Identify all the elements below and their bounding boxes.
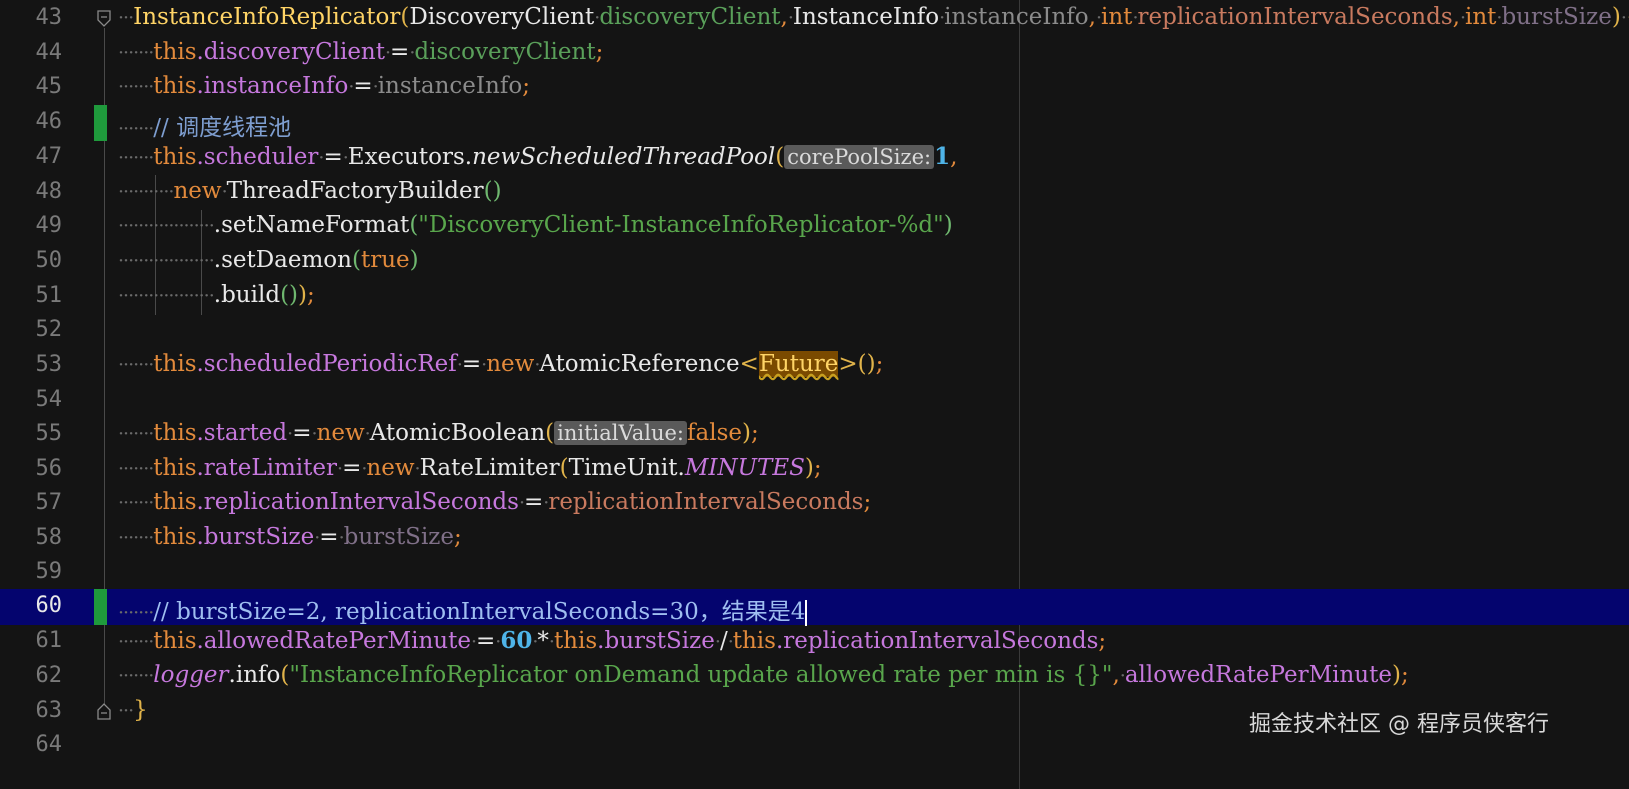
code-line[interactable]: 44 ·······this.discoveryClient·=·discove… [0, 36, 1629, 72]
fold-collapse-icon[interactable] [97, 10, 111, 27]
code-text: ···················.build()); [118, 282, 315, 308]
code-text: ·······this.discoveryClient·=·discoveryC… [118, 39, 604, 65]
line-number: 62 [35, 663, 63, 688]
code-text: ·······this.scheduler·=·Executors.newSch… [118, 143, 958, 170]
line-number: 48 [35, 179, 63, 204]
code-line[interactable]: 47 ·······this.scheduler·=·Executors.new… [0, 140, 1629, 176]
line-number: 47 [35, 144, 63, 169]
code-line[interactable]: 61 ·······this.allowedRatePerMinute·=·60… [0, 624, 1629, 660]
code-text: ·······this.burstSize·=·burstSize; [118, 524, 462, 550]
line-number: 45 [35, 74, 63, 99]
code-text: ···} [118, 697, 148, 723]
line-number: 61 [35, 628, 63, 653]
line-number: 51 [35, 283, 63, 308]
code-text: ·······this.replicationIntervalSeconds·=… [118, 489, 872, 515]
line-number: 54 [35, 387, 63, 412]
code-line[interactable]: 46 ·······// 调度线程池 [0, 105, 1629, 141]
watermark: 掘金技术社区 @ 程序员侠客行 [1249, 712, 1549, 737]
line-number: 49 [35, 213, 63, 238]
code-text: ···········new·ThreadFactoryBuilder() [118, 178, 502, 204]
line-number: 53 [35, 352, 63, 377]
text-cursor [805, 600, 808, 626]
code-line[interactable]: 62 ·······logger.info("InstanceInfoRepli… [0, 659, 1629, 695]
code-text: ·······this.rateLimiter·=·new·RateLimite… [118, 455, 822, 481]
line-number: 44 [35, 40, 63, 65]
code-text: ···················.setNameFormat("Disco… [118, 212, 953, 238]
line-number: 64 [35, 732, 63, 757]
line-number: 63 [35, 698, 63, 723]
code-line[interactable]: 54 [0, 383, 1629, 419]
parameter-hint: initialValue: [554, 421, 687, 445]
code-line[interactable]: 57 ·······this.replicationIntervalSecond… [0, 486, 1629, 522]
change-marker[interactable] [94, 105, 107, 141]
code-line[interactable]: 51 ···················.build()); [0, 279, 1629, 315]
code-line[interactable]: 55 ·······this.started·=·new·AtomicBoole… [0, 417, 1629, 453]
code-line[interactable]: 43 ···InstanceInfoReplicator(DiscoveryCl… [0, 1, 1629, 37]
line-number: 46 [35, 109, 63, 134]
code-line[interactable]: 59 [0, 555, 1629, 591]
line-number: 56 [35, 456, 63, 481]
code-text: ·······// burstSize=2, replicationInterv… [118, 599, 808, 626]
code-line[interactable]: 45 ·······this.instanceInfo·=·instanceIn… [0, 70, 1629, 106]
code-text: ·······this.scheduledPeriodicRef·=·new·A… [118, 351, 884, 377]
code-text: ·······this.started·=·new·AtomicBoolean(… [118, 420, 759, 446]
code-text: ·······this.allowedRatePerMinute·=·60·*·… [118, 627, 1107, 654]
line-number: 60 [35, 593, 63, 618]
line-number: 50 [35, 248, 63, 273]
code-text: ·······this.instanceInfo·=·instanceInfo; [118, 73, 530, 99]
code-line[interactable]: 53 ·······this.scheduledPeriodicRef·=·ne… [0, 348, 1629, 384]
line-number: 59 [35, 559, 63, 584]
line-number: 57 [35, 490, 63, 515]
code-line[interactable]: 56 ·······this.rateLimiter·=·new·RateLim… [0, 452, 1629, 488]
line-number: 52 [35, 317, 63, 342]
code-line[interactable]: 52 [0, 313, 1629, 349]
code-line[interactable]: 49 ···················.setNameFormat("Di… [0, 209, 1629, 245]
code-text: ·······logger.info("InstanceInfoReplicat… [118, 662, 1409, 688]
code-text: ···················.setDaemon(true) [118, 247, 419, 273]
code-line[interactable]: 50 ···················.setDaemon(true) [0, 244, 1629, 280]
code-text: ···InstanceInfoReplicator(DiscoveryClien… [118, 4, 1629, 30]
code-line[interactable]: 58 ·······this.burstSize·=·burstSize; [0, 521, 1629, 557]
fold-end-icon[interactable] [97, 703, 111, 720]
change-marker[interactable] [94, 589, 107, 625]
line-number: 43 [35, 5, 63, 30]
parameter-hint: corePoolSize: [784, 145, 935, 169]
code-line[interactable]: 48 ···········new·ThreadFactoryBuilder() [0, 175, 1629, 211]
current-code-line[interactable]: 60 ·······// burstSize=2, replicationInt… [0, 589, 1629, 626]
line-number: 58 [35, 525, 63, 550]
line-number: 55 [35, 421, 63, 446]
highlighted-type[interactable]: Future [758, 351, 839, 377]
code-text: ·······// 调度线程池 [118, 115, 292, 141]
code-editor[interactable]: 43 ···InstanceInfoReplicator(DiscoveryCl… [0, 0, 1629, 789]
